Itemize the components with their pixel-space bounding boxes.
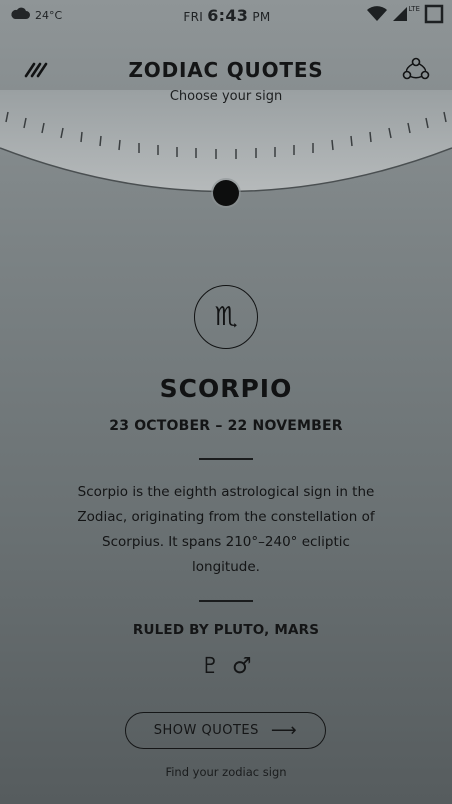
ruled-by-label: RULED BY PLUTO, MARS (132, 622, 320, 638)
show-quotes-label: SHOW QUOTES (153, 723, 259, 738)
find-sign-hint[interactable]: Find your zodiac sign (0, 765, 452, 779)
dial-knob[interactable] (213, 180, 239, 206)
wifi-icon (366, 5, 388, 25)
app-screen: 24°C FRI 6:43 PM LTE ZODIAC QUOTES Choos… (0, 0, 452, 804)
cloud-icon (10, 7, 30, 23)
signal-icon (392, 6, 408, 25)
temperature: 24°C (35, 8, 63, 22)
pluto-icon: ♇ (200, 654, 220, 679)
recents-icon[interactable] (424, 4, 444, 27)
sign-symbol: ♏ (214, 302, 238, 332)
status-time: 6:43 (207, 5, 249, 25)
scorpio-sign-icon: ♏ (194, 285, 258, 349)
network-label: LTE (408, 5, 420, 13)
status-bar: 24°C FRI 6:43 PM LTE (0, 0, 452, 30)
status-left: 24°C (10, 7, 120, 23)
share-icon[interactable] (402, 56, 430, 82)
status-ampm: PM (252, 9, 271, 24)
divider-bottom (199, 600, 253, 602)
page-title: ZODIAC QUOTES (128, 58, 324, 82)
show-quotes-button[interactable]: SHOW QUOTES ⟶ (125, 712, 326, 749)
arrow-right-icon: ⟶ (270, 719, 298, 741)
ruling-planets: ♇ ♂ (0, 654, 452, 679)
sign-description: Scorpio is the eighth astrological sign … (77, 484, 375, 575)
app-header: ZODIAC QUOTES Choose your sign (0, 44, 452, 114)
page-subtitle: Choose your sign (169, 89, 283, 104)
sign-dates: 23 OCTOBER – 22 NOVEMBER (109, 418, 343, 434)
status-clock: FRI 6:43 PM (183, 6, 270, 25)
mars-icon: ♂ (232, 654, 252, 679)
status-day: FRI (183, 9, 204, 24)
sign-name: SCORPIO (159, 374, 293, 403)
status-right: LTE (334, 4, 444, 27)
divider-top (199, 458, 253, 460)
